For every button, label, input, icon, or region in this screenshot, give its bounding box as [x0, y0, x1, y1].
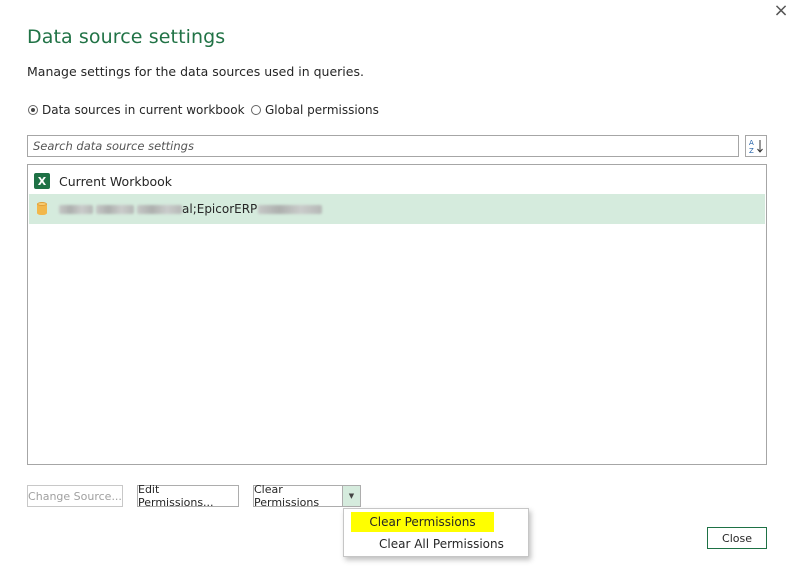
search-placeholder: Search data source settings [33, 139, 194, 153]
redacted-text [258, 204, 323, 214]
edit-permissions-button[interactable]: Edit Permissions... [137, 483, 239, 509]
radio-unchecked-icon[interactable] [251, 105, 261, 115]
excel-icon: X [34, 173, 50, 189]
menu-item-clear-permissions[interactable]: Clear Permissions [344, 511, 528, 533]
dialog-subtitle: Manage settings for the data sources use… [27, 64, 364, 79]
data-source-name: al;EpicorERP [182, 202, 258, 216]
clear-permissions-button[interactable]: Clear Permissions [254, 483, 343, 509]
radio-global-permissions[interactable]: Global permissions [251, 102, 379, 118]
chevron-down-icon[interactable]: ▼ [343, 486, 360, 506]
sort-az-icon: A Z [749, 139, 763, 154]
close-dialog-button[interactable]: × [770, 0, 792, 22]
radio-checked-icon[interactable] [28, 105, 38, 115]
search-input[interactable]: Search data source settings [27, 135, 739, 157]
database-icon [37, 202, 47, 216]
change-source-button[interactable]: Change Source... [27, 485, 123, 507]
close-button[interactable]: Close [707, 527, 767, 549]
radio-current-workbook[interactable]: Data sources in current workbook [28, 102, 245, 118]
dialog-title: Data source settings [27, 26, 226, 48]
radio-global-permissions-label: Global permissions [265, 103, 379, 117]
clear-permissions-split-button[interactable]: Clear Permissions ▼ [253, 483, 361, 509]
group-current-workbook: X Current Workbook [34, 171, 172, 191]
menu-item-label: Clear All Permissions [379, 537, 504, 551]
clear-permissions-menu: Clear Permissions Clear All Permissions [343, 508, 529, 557]
redacted-text [137, 204, 182, 214]
data-source-row[interactable]: al;EpicorERP [29, 194, 765, 224]
redacted-text [59, 204, 93, 214]
group-label: Current Workbook [59, 173, 173, 189]
menu-item-label: Clear Permissions [351, 512, 494, 532]
radio-current-workbook-label: Data sources in current workbook [42, 103, 245, 117]
menu-item-clear-all-permissions[interactable]: Clear All Permissions [344, 533, 528, 555]
svg-text:Z: Z [749, 147, 754, 154]
svg-text:A: A [749, 139, 754, 147]
sort-button[interactable]: A Z [745, 135, 767, 157]
data-source-list[interactable]: X Current Workbook al;EpicorERP [27, 164, 767, 465]
redacted-text [96, 204, 134, 214]
